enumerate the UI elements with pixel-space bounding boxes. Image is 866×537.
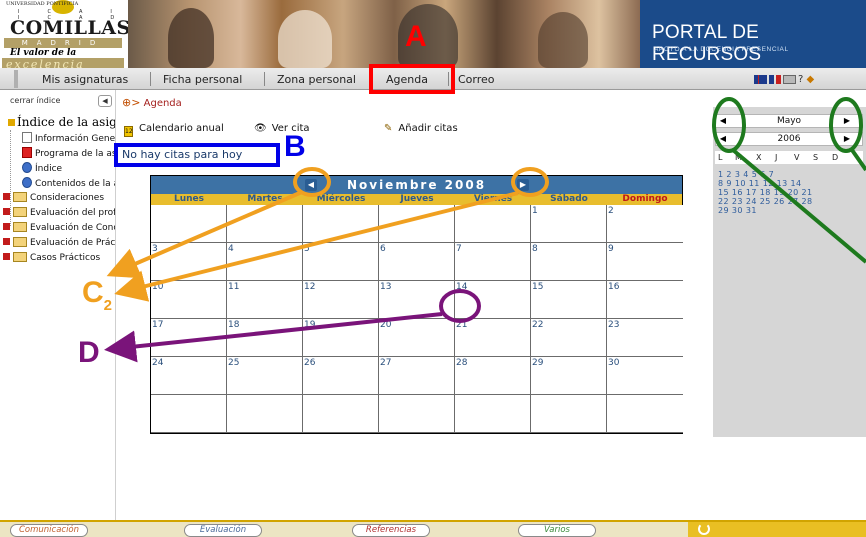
app-root: UNIVERSIDAD PONTIFICIA ICAI ICADE COMILL… — [0, 0, 866, 537]
annotation-line-mini-next — [850, 148, 866, 172]
annotation-line-mini-prev — [731, 148, 866, 264]
annotation-arrow-prev — [106, 190, 303, 279]
annotation-arrow-day — [104, 312, 443, 363]
annotation-circle-mini-next — [829, 97, 863, 153]
annotation-circle-day — [439, 289, 481, 323]
annotation-circle-next — [511, 167, 549, 197]
annotation-overlay — [104, 97, 866, 363]
annotation-circle-mini-prev — [712, 97, 746, 153]
